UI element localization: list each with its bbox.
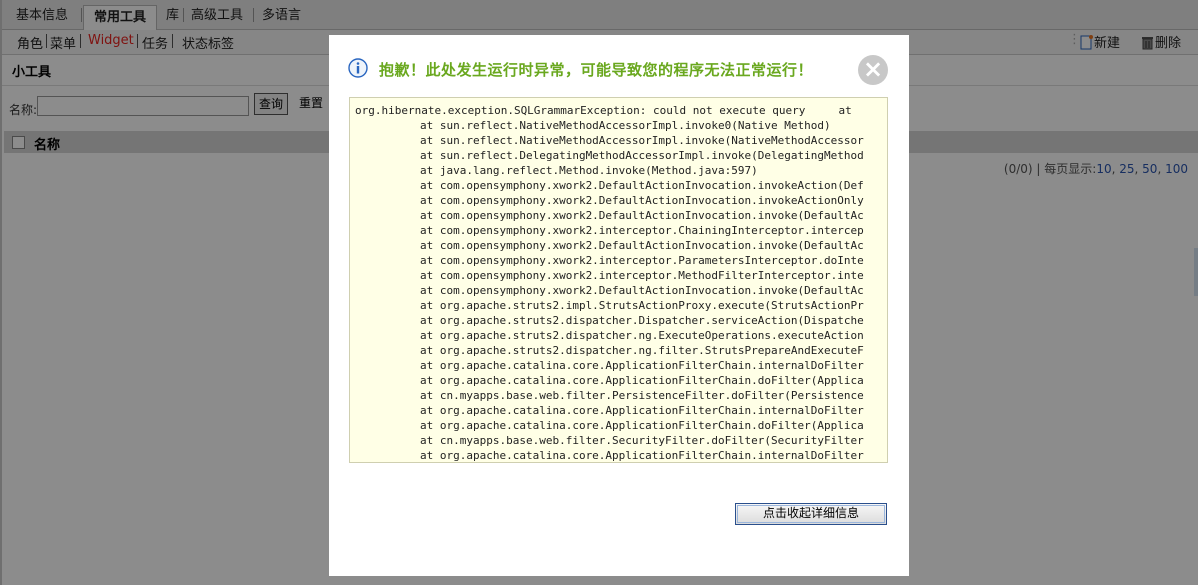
trace-line: at org.apache.struts2.dispatcher.ng.filt… (420, 344, 864, 357)
trace-line: at cn.myapps.base.web.filter.Persistence… (420, 389, 864, 402)
trace-line: at com.opensymphony.xwork2.interceptor.P… (420, 254, 864, 267)
trace-exception-line: org.hibernate.exception.SQLGrammarExcept… (355, 104, 852, 117)
trace-line: at org.apache.struts2.impl.StrutsActionP… (420, 299, 864, 312)
collapse-details-button[interactable]: 点击收起详细信息 (735, 503, 887, 525)
trace-line: at com.opensymphony.xwork2.interceptor.C… (420, 224, 864, 237)
trace-line: at sun.reflect.NativeMethodAccessorImpl.… (420, 134, 864, 147)
trace-line: at com.opensymphony.xwork2.DefaultAction… (420, 284, 864, 297)
dialog-title: 抱歉！此处发生运行时异常，可能导致您的程序无法正常运行！ (379, 61, 814, 79)
trace-line: at java.lang.reflect.Method.invoke(Metho… (420, 164, 758, 177)
trace-line: at cn.myapps.base.web.filter.SecurityFil… (420, 434, 864, 447)
trace-line: at org.apache.catalina.core.ApplicationF… (420, 359, 864, 372)
trace-line: at sun.reflect.DelegatingMethodAccessorI… (420, 149, 864, 162)
error-dialog: 抱歉！此处发生运行时异常，可能导致您的程序无法正常运行！ × org.hiber… (329, 35, 909, 576)
trace-line: at com.opensymphony.xwork2.DefaultAction… (420, 239, 864, 252)
trace-line: at com.opensymphony.xwork2.interceptor.M… (420, 269, 864, 282)
trace-line: at org.apache.catalina.core.ApplicationF… (420, 419, 864, 432)
window-edge (0, 0, 2, 585)
trace-line: at com.opensymphony.xwork2.DefaultAction… (420, 179, 864, 192)
trace-line: at org.apache.catalina.core.ApplicationF… (420, 374, 864, 387)
trace-line: at com.opensymphony.xwork2.DefaultAction… (420, 209, 864, 222)
trace-line: at org.apache.struts2.dispatcher.ng.Exec… (420, 329, 864, 342)
trace-line: at org.apache.struts2.dispatcher.Dispatc… (420, 314, 864, 327)
trace-line: at org.apache.catalina.core.ApplicationF… (420, 404, 864, 417)
trace-line: at sun.reflect.NativeMethodAccessorImpl.… (420, 119, 831, 132)
stack-trace-box[interactable]: org.hibernate.exception.SQLGrammarExcept… (349, 97, 888, 463)
close-icon[interactable]: × (858, 55, 888, 85)
info-icon (348, 58, 368, 78)
trace-line: at org.apache.catalina.core.ApplicationF… (420, 449, 864, 462)
trace-line: at com.opensymphony.xwork2.DefaultAction… (420, 194, 864, 207)
